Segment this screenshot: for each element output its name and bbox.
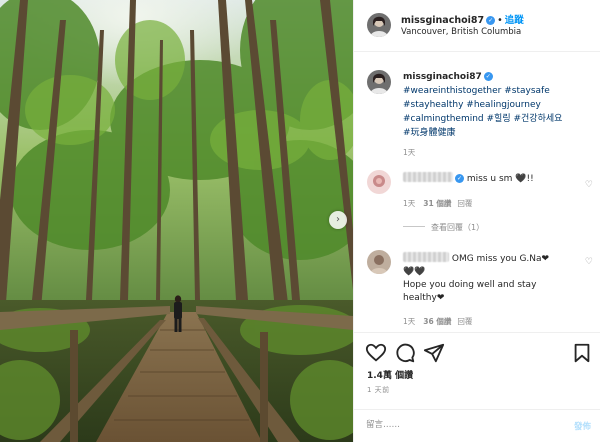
reply-button[interactable]: 回覆 xyxy=(457,199,472,208)
view-replies-label: 查看回覆（1） xyxy=(431,223,485,232)
reply-button[interactable]: 回覆 xyxy=(457,317,472,326)
post-header: missginachoi87 ✓ • 追蹤 Vancouver, British Co… xyxy=(354,0,600,52)
comment-meta: 1天 36 個讚 回覆 xyxy=(403,316,480,327)
bookmark-icon[interactable] xyxy=(571,342,593,364)
follow-button[interactable]: 追蹤 xyxy=(505,15,524,26)
comment-input[interactable] xyxy=(366,417,546,433)
avatar-image xyxy=(367,250,391,274)
location-link[interactable]: Vancouver, British Columbia xyxy=(401,27,521,37)
avatar-image xyxy=(367,170,391,194)
comment-body-line: healthy❤ xyxy=(403,293,445,303)
hashtag-line[interactable]: #calmingthemind #힐링 #건강하세요 xyxy=(403,112,599,126)
comment-text: OMG miss you G.Na❤ 🖤🖤 Hope you doing wel… xyxy=(403,252,575,305)
view-replies-button[interactable]: 查看回覆（1） xyxy=(403,222,484,233)
avatar[interactable] xyxy=(367,13,391,37)
post-side-panel: missginachoi87 ✓ • 追蹤 Vancouver, British Co… xyxy=(353,0,600,442)
verified-badge-icon: ✓ xyxy=(483,72,493,81)
comment-meta: 1天 31 個讚 回覆 xyxy=(403,198,480,209)
comment-composer: 發佈 xyxy=(354,409,600,442)
username-link[interactable]: missginachoi87 xyxy=(401,15,484,26)
blurred-username[interactable] xyxy=(403,252,449,262)
comment-body: miss u sm 🖤!! xyxy=(466,174,534,184)
comment-body-line: Hope you doing well and stay xyxy=(403,280,537,290)
chevron-right-icon: › xyxy=(336,214,340,225)
hashtags: #weareinthistogether #staysafe #stayheal… xyxy=(403,84,599,140)
commenter-avatar[interactable] xyxy=(367,170,391,194)
post-comment-button[interactable]: 發佈 xyxy=(574,420,591,432)
verified-badge-icon: ✓ xyxy=(455,174,464,183)
comment-text: ✓ miss u sm 🖤!! xyxy=(403,172,575,186)
header-username-line: missginachoi87 ✓ • 追蹤 xyxy=(401,12,524,26)
caption-username[interactable]: missginachoi87 xyxy=(403,72,482,82)
commenter-avatar[interactable] xyxy=(367,250,391,274)
verified-badge-icon: ✓ xyxy=(486,16,496,25)
avatar-image xyxy=(367,13,391,37)
hashtag-line[interactable]: #stayhealthy #healingjourney xyxy=(403,98,599,112)
comment-likes[interactable]: 36 個讚 xyxy=(423,317,451,326)
post-actions: 1.4萬 個讚 1 天前 xyxy=(354,332,600,412)
comment-body-line: 🖤🖤 xyxy=(403,267,426,277)
likes-count[interactable]: 1.4萬 個讚 xyxy=(367,368,413,381)
caption-avatar[interactable] xyxy=(367,70,391,94)
comment-likes[interactable]: 31 個讚 xyxy=(423,199,451,208)
like-comment-heart-icon[interactable]: ♡ xyxy=(585,180,593,190)
share-icon[interactable] xyxy=(423,342,445,364)
hashtag-line[interactable]: #weareinthistogether #staysafe xyxy=(403,84,599,98)
comment-icon[interactable] xyxy=(394,342,416,364)
caption-text: missginachoi87 ✓ #weareinthistogether #st… xyxy=(403,70,599,140)
forest-boardwalk-image xyxy=(0,0,353,442)
like-comment-heart-icon[interactable]: ♡ xyxy=(585,257,593,267)
separator-dot: • xyxy=(497,15,503,26)
post-photo[interactable]: › xyxy=(0,0,353,442)
instagram-post-modal: › missginachoi87 ✓ • 追蹤 Vancouver, British … xyxy=(0,0,600,442)
comment-time: 1天 xyxy=(403,199,416,208)
post-timestamp: 1 天前 xyxy=(367,386,390,394)
blurred-username[interactable] xyxy=(403,172,453,182)
divider-line xyxy=(403,226,425,227)
caption-timestamp: 1天 xyxy=(403,148,416,157)
comment-time: 1天 xyxy=(403,317,416,326)
avatar-image xyxy=(367,70,391,94)
comment-body-line: OMG miss you G.Na❤ xyxy=(451,254,550,264)
heart-icon[interactable] xyxy=(365,342,387,364)
hashtag-line[interactable]: #玩身體健康 xyxy=(403,126,599,140)
next-photo-button[interactable]: › xyxy=(329,211,347,229)
